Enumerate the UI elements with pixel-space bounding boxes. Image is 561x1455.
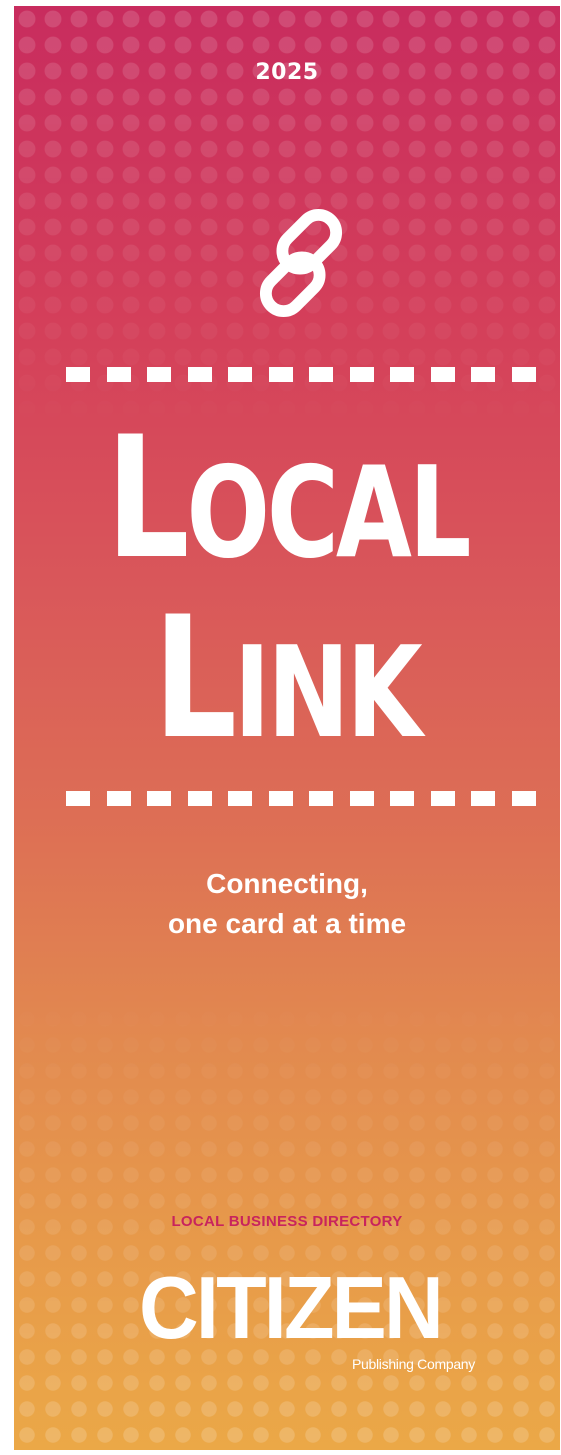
title-local: LOCAL [14,414,560,582]
tagline: Connecting, one card at a time [14,864,560,944]
title-local-first-letter: L [105,400,190,596]
publisher-name: CITIZEN [139,1258,444,1357]
publisher-logo: CITIZEN Publishing Company [139,1264,479,1384]
tagline-line-2: one card at a time [167,908,407,939]
directory-cover: 2025 LOCAL LINK Connecting, one card at … [14,6,560,1450]
directory-label: LOCAL BUSINESS DIRECTORY [171,1213,403,1230]
chain-link-icon [259,208,343,318]
title-link: LINK [14,594,560,762]
title-link-first-letter: L [153,580,238,776]
title-link-rest: INK [234,619,423,766]
tagline-line-1: Connecting, [206,868,368,899]
publisher-subtitle: Publishing Company [351,1356,475,1372]
dashed-divider-bottom [66,791,536,806]
title-local-rest: OCAL [186,439,471,586]
year-label: 2025 [255,60,319,85]
dashed-divider-top [66,367,536,382]
page: 2025 LOCAL LINK Connecting, one card at … [0,0,561,1455]
